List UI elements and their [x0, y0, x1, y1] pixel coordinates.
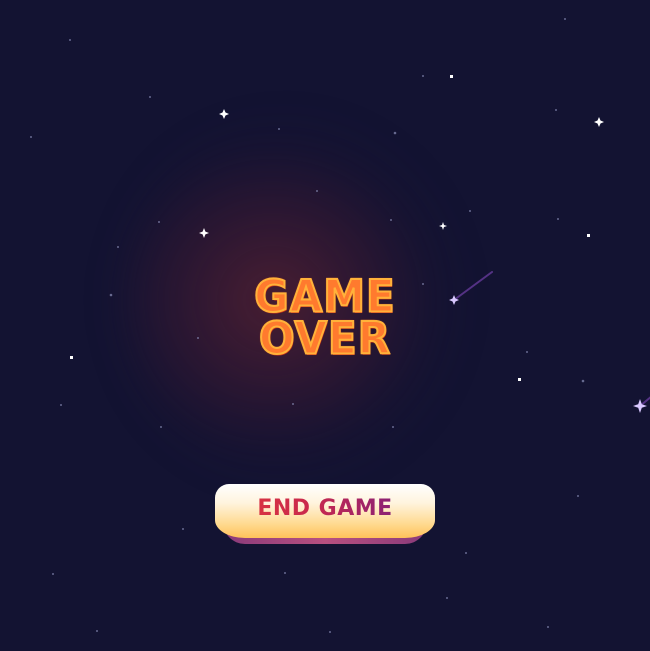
- shooting-star: [449, 271, 493, 305]
- end-game-button-label: END GAME: [215, 496, 435, 521]
- end-game-button[interactable]: END GAME: [215, 484, 435, 544]
- star-dot: [518, 378, 521, 381]
- sparkle-star: [219, 109, 229, 119]
- sparkle-star: [439, 222, 447, 230]
- game-over-screen: GAME OVER END GAME: [0, 0, 650, 651]
- shooting-star: [633, 396, 650, 413]
- star-dot: [587, 234, 590, 237]
- game-over-title: GAME OVER: [225, 273, 425, 365]
- star-dot: [70, 356, 73, 359]
- sparkle-star: [594, 117, 604, 127]
- sparkle-star: [199, 228, 209, 238]
- star-dot: [450, 75, 453, 78]
- title-line-over: OVER: [258, 312, 392, 365]
